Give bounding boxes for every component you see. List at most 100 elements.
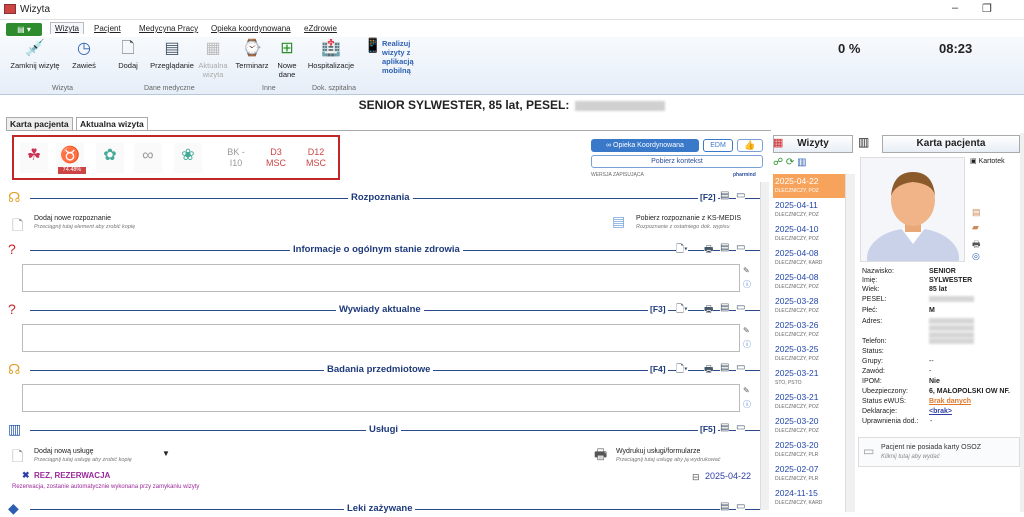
edit-icon[interactable]: ✎ <box>743 266 750 275</box>
mobile-visits-button[interactable]: 📱 Realizuj wizyty z aplikacją mobilną <box>362 38 430 75</box>
list-item[interactable]: 2025-02-07 DLECZNICZY, PLR <box>773 462 845 486</box>
infinity-icon[interactable]: ∞ <box>134 143 162 173</box>
edm-button[interactable]: EDM <box>703 139 733 152</box>
main-scrollbar[interactable] <box>760 182 769 510</box>
info-textarea[interactable] <box>22 264 740 292</box>
list-item[interactable]: 2025-03-25 DLECZNICZY, POZ <box>773 342 845 366</box>
print-services-link[interactable]: Wydrukuj usługi/formularze <box>616 448 700 455</box>
vaccine-icon[interactable]: ✿ <box>96 143 124 173</box>
document-icon[interactable]: ▤ <box>972 207 981 218</box>
edit-icon[interactable]: ✎ <box>743 386 750 395</box>
field-value: Nie <box>929 378 940 385</box>
d12-msc-label[interactable]: D12 MSC <box>302 143 330 173</box>
close-visit-button[interactable]: 💉 Zamknij wizytę <box>8 39 62 70</box>
print-icon[interactable]: ▤ <box>720 501 730 512</box>
folder-icon[interactable]: ▰ <box>972 222 979 233</box>
chevron-down-icon[interactable]: ▼ <box>162 449 170 458</box>
osoz-card-panel[interactable]: ▭ Pacjent nie posiada karty OSOZ Kliknij… <box>858 437 1020 467</box>
kartoteka-button[interactable]: ▣ Kartotek <box>970 157 1005 165</box>
list-item[interactable]: 2025-03-20 DLECZNICZY, POZ <box>773 414 845 438</box>
fetch-context-button[interactable]: Pobierz kontekst <box>591 155 763 168</box>
template-icon[interactable]: 🗋▾ <box>676 302 688 319</box>
comment-icon[interactable]: ▭ <box>736 501 746 512</box>
info-icon[interactable]: ⓘ <box>743 399 751 410</box>
ksmedis-icon[interactable]: ▤ <box>612 213 625 230</box>
minimize-button[interactable]: – <box>952 2 958 14</box>
print-icon[interactable]: 🖶 <box>704 242 714 259</box>
add-service-icon[interactable]: 🗋 <box>12 446 23 470</box>
browse-button[interactable]: ▤ Przeglądanie <box>148 39 196 70</box>
list-item[interactable]: 2025-04-11 DLECZNICZY, POZ <box>773 198 845 222</box>
badania-textarea[interactable] <box>22 384 740 412</box>
diagnosis-icon: ☊ <box>8 189 21 205</box>
current-visit-button[interactable]: ▦ Aktualna wizyta <box>198 39 228 79</box>
add-diagnosis-icon[interactable]: 🗋 <box>12 215 23 239</box>
template-icon[interactable]: 🗋▾ <box>676 242 688 259</box>
list-item[interactable]: 2025-03-21 STO, PSTO <box>773 366 845 390</box>
comment-icon[interactable]: ▭ <box>736 362 746 373</box>
print-preview-icon[interactable]: ▤ <box>720 242 730 253</box>
lungs-icon[interactable]: ☘ <box>20 143 48 173</box>
ewus-status-link[interactable]: Brak danych <box>929 398 971 405</box>
edit-icon[interactable]: ✎ <box>743 326 750 335</box>
list-item[interactable]: 2025-03-21 DLECZNICZY, POZ <box>773 390 845 414</box>
hospitalization-button[interactable]: 🏥 Hospitalizacje <box>306 39 356 70</box>
print-icon[interactable]: 🖶 <box>704 362 714 379</box>
schedule-button[interactable]: ⌚ Terminarz <box>232 39 272 70</box>
bk-i10-label[interactable]: BK -I10 <box>222 143 250 173</box>
add-diagnosis-link[interactable]: Dodaj nowe rozpoznanie <box>34 215 111 222</box>
new-data-button[interactable]: ⊞ Nowe dane <box>274 39 300 79</box>
list-item[interactable]: 2025-04-22 DLECZNICZY, POZ <box>773 174 845 198</box>
visits-scrollbar[interactable] <box>845 174 855 512</box>
reservation-title[interactable]: REZ, REZERWACJA <box>34 471 110 480</box>
thumbs-up-icon[interactable]: 👍 <box>737 139 763 152</box>
list-item[interactable]: 2025-03-20 DLECZNICZY, PLR <box>773 438 845 462</box>
delete-icon[interactable]: ✖ <box>22 470 30 481</box>
list-item[interactable]: 2025-03-26 DLECZNICZY, POZ <box>773 318 845 342</box>
info-icon[interactable]: ⓘ <box>743 279 751 290</box>
add-service-link[interactable]: Dodaj nową usługę <box>34 448 94 455</box>
print-icon[interactable]: ▤ <box>720 190 730 201</box>
restore-button[interactable]: ❐ <box>982 2 992 15</box>
print-preview-icon[interactable]: ▤ <box>720 302 730 313</box>
list-item[interactable]: 2024-11-15 DLECZNICZY, KARD <box>773 486 845 510</box>
print-preview-icon[interactable]: ▤ <box>720 362 730 373</box>
wywiady-textarea[interactable] <box>22 324 740 352</box>
ksmedis-link[interactable]: Pobierz rozpoznanie z KS-MEDIS <box>636 215 741 222</box>
app-menu-button[interactable]: ▤ ▾ <box>6 23 42 36</box>
comment-icon[interactable]: ▭ <box>736 190 746 201</box>
tab-karta-pacjenta[interactable]: Karta pacjenta <box>6 117 73 130</box>
opieka-koordynowana-button[interactable]: ∞ Opieka Koordynowana <box>591 139 699 152</box>
filter-icon[interactable]: ▥ <box>797 157 806 168</box>
globe-icon[interactable]: ◎ <box>972 251 980 262</box>
d3-msc-label[interactable]: D3 MSC <box>262 143 290 173</box>
field-value: SENIOR <box>929 268 956 275</box>
declarations-link[interactable]: <brak> <box>929 408 952 415</box>
list-item[interactable]: 2025-03-28 DLECZNICZY, POZ <box>773 294 845 318</box>
tab-opieka-koordynowana[interactable]: Opieka koordynowana <box>211 24 291 33</box>
right-scrollbar[interactable] <box>1020 133 1024 512</box>
list-item[interactable]: 2025-04-10 DLECZNICZY, POZ <box>773 222 845 246</box>
add-button[interactable]: 🗋 Dodaj <box>112 39 144 70</box>
comment-icon[interactable]: ▭ <box>736 422 746 433</box>
tab-aktualna-wizyta[interactable]: Aktualna wizyta <box>76 117 148 130</box>
list-item[interactable]: 2025-04-08 DLECZNICZY, POZ <box>773 270 845 294</box>
printer-icon[interactable]: 🖶 <box>594 444 607 468</box>
tree-icon[interactable]: ☍ <box>773 157 783 168</box>
tab-pacjent[interactable]: Pacjent <box>94 24 121 33</box>
nutrition-icon[interactable]: ❀ <box>174 143 202 173</box>
info-icon[interactable]: ⓘ <box>743 339 751 350</box>
visits-header[interactable]: Wizyty <box>773 135 853 153</box>
comment-icon[interactable]: ▭ <box>736 242 746 253</box>
tab-wizyta[interactable]: Wizyta <box>50 22 84 34</box>
print-icon[interactable]: 🖶 <box>704 302 714 319</box>
comment-icon[interactable]: ▭ <box>736 302 746 313</box>
suspend-button[interactable]: ◷ Zawieś <box>66 39 102 70</box>
refresh-icon[interactable]: ⟳ <box>786 157 794 168</box>
template-icon[interactable]: 🗋▾ <box>676 362 688 379</box>
patient-card-header[interactable]: Karta pacjenta <box>882 135 1020 153</box>
tab-medycyna-pracy[interactable]: Medycyna Pracy <box>139 24 198 33</box>
list-item[interactable]: 2025-04-08 DLECZNICZY, KARD <box>773 246 845 270</box>
tab-ezdrowie[interactable]: eZdrowie <box>304 24 337 33</box>
print-icon[interactable]: ▤ <box>720 422 730 433</box>
